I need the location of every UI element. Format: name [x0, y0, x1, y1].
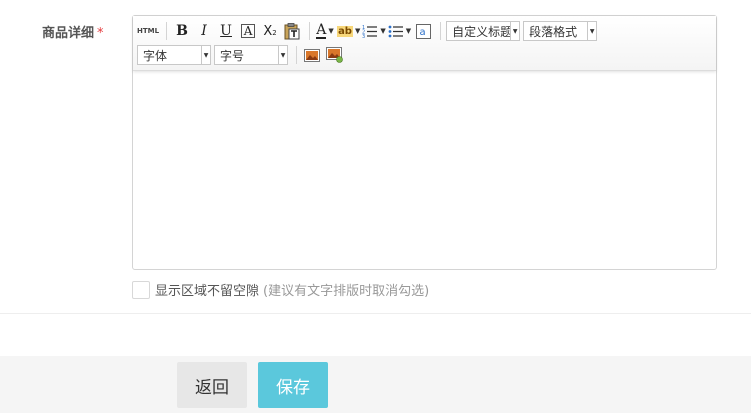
- insert-anchor-button[interactable]: a: [413, 21, 433, 41]
- toolbar-separator: [440, 22, 442, 40]
- back-button[interactable]: 返回: [177, 362, 247, 408]
- anchor-icon: a: [415, 23, 431, 39]
- save-button[interactable]: 保存: [258, 362, 328, 408]
- no-spacing-checkbox[interactable]: [132, 280, 150, 299]
- html-source-button[interactable]: HTML: [137, 21, 159, 41]
- chevron-down-icon: ▼: [587, 22, 597, 40]
- underline-button[interactable]: U: [216, 21, 236, 41]
- insert-multi-image-button[interactable]: [324, 45, 344, 65]
- toolbar-row-2: 字体 ▼ 字号 ▼: [137, 44, 346, 66]
- paste-text-button[interactable]: [282, 21, 302, 41]
- italic-button[interactable]: I: [194, 21, 214, 41]
- multi-image-icon: [325, 47, 343, 63]
- toolbar-row-1: HTML B I U A X2 A ▼ ab ▼ 1 2 3 ▼ ▼ a 自定义…: [137, 20, 600, 42]
- subscript-icon-2: 2: [272, 28, 277, 37]
- chevron-down-icon: ▼: [278, 46, 287, 64]
- highlight-color-button[interactable]: ab ▼: [337, 21, 360, 41]
- unordered-list-icon: [388, 25, 403, 38]
- ordered-list-icon: 1 2 3: [362, 25, 378, 38]
- chevron-down-icon: ▼: [405, 27, 412, 35]
- toolbar-separator: [309, 22, 311, 40]
- custom-title-select[interactable]: 自定义标题 ▼: [446, 21, 521, 41]
- rich-text-editor: HTML B I U A X2 A ▼ ab ▼ 1 2 3 ▼ ▼ a 自定义…: [132, 15, 717, 270]
- toolbar-separator: [166, 22, 168, 40]
- no-spacing-label: 显示区域不留空隙: [155, 284, 260, 299]
- chevron-down-icon: ▼: [328, 27, 334, 35]
- paragraph-format-select[interactable]: 段落格式 ▼: [523, 21, 598, 41]
- no-spacing-hint: (建议有文字排版时取消勾选): [263, 284, 430, 299]
- paste-text-icon: [284, 22, 300, 39]
- image-icon: [304, 48, 320, 62]
- bold-button[interactable]: B: [172, 21, 192, 41]
- font-border-icon: A: [241, 24, 256, 38]
- form-footer: 返回 保存: [0, 356, 751, 413]
- font-family-value: 字体: [143, 48, 168, 63]
- font-border-button[interactable]: A: [238, 21, 258, 41]
- font-family-select[interactable]: 字体 ▼: [137, 45, 211, 65]
- product-detail-label: 商品详细 *: [42, 22, 104, 41]
- svg-text:a: a: [419, 27, 425, 38]
- editor-content-area[interactable]: [133, 71, 716, 269]
- product-detail-label-text: 商品详细: [42, 26, 95, 41]
- font-color-icon: A: [316, 21, 327, 39]
- svg-text:3: 3: [362, 34, 365, 38]
- font-size-select[interactable]: 字号 ▼: [214, 45, 288, 65]
- toolbar-separator: [296, 46, 297, 64]
- chevron-down-icon: ▼: [201, 46, 210, 64]
- font-size-value: 字号: [220, 48, 245, 63]
- highlight-icon: ab: [337, 25, 353, 37]
- chevron-down-icon: ▼: [380, 27, 386, 35]
- chevron-down-icon: ▼: [354, 27, 361, 35]
- required-marker: *: [97, 26, 104, 41]
- unordered-list-button[interactable]: ▼: [388, 21, 411, 41]
- editor-toolbar: HTML B I U A X2 A ▼ ab ▼ 1 2 3 ▼ ▼ a 自定义…: [133, 16, 716, 71]
- no-spacing-option: 显示区域不留空隙 (建议有文字排版时取消勾选): [132, 280, 429, 299]
- subscript-icon: X2: [263, 24, 276, 39]
- product-detail-form: 商品详细 * HTML B I U A X2 A ▼ ab ▼ 1 2 3 ▼ …: [0, 0, 751, 413]
- insert-image-button[interactable]: [302, 45, 322, 65]
- chevron-down-icon: ▼: [510, 22, 520, 40]
- subscript-icon-x: X: [263, 23, 273, 39]
- paragraph-format-value: 段落格式: [529, 24, 578, 39]
- subscript-button[interactable]: X2: [260, 21, 280, 41]
- custom-title-value: 自定义标题: [452, 24, 513, 39]
- ordered-list-button[interactable]: 1 2 3 ▼: [362, 21, 385, 41]
- font-color-button[interactable]: A ▼: [315, 21, 335, 41]
- section-divider: [0, 313, 751, 314]
